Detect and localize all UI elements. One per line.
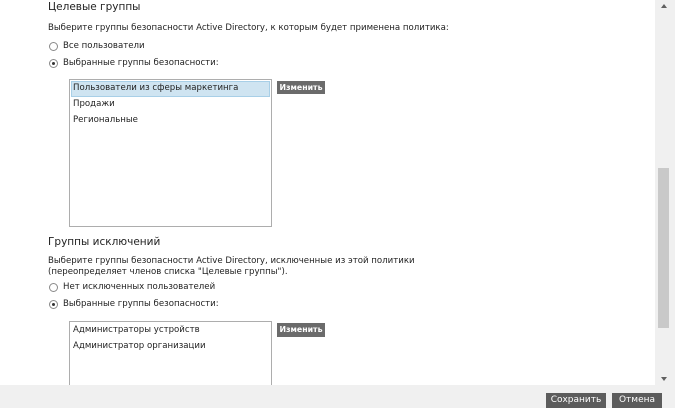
cancel-button[interactable]: Отмена <box>612 393 662 408</box>
policy-scroll-content: Целевые группы Выберите группы безопасно… <box>0 0 655 385</box>
exclusion-groups-heading: Группы исключений <box>48 236 161 248</box>
radio-no-excluded-circle[interactable] <box>49 282 58 292</box>
radio-excluded-selected-label: Выбранные группы безопасности: <box>63 299 219 309</box>
list-item[interactable]: Региональные <box>71 113 270 129</box>
radio-excluded-selected-groups[interactable]: Выбранные группы безопасности: <box>49 299 219 309</box>
radio-selected-groups[interactable]: Выбранные группы безопасности: <box>49 58 219 68</box>
list-item[interactable]: Администратор организации <box>71 339 270 355</box>
exclusion-groups-description-line2: (переопределяет членов списка "Целевые г… <box>48 267 288 277</box>
target-groups-listbox[interactable]: Пользователи из сферы маркетинга Продажи… <box>69 79 272 227</box>
radio-excluded-selected-circle[interactable] <box>49 299 58 309</box>
dialog-footer: Сохранить Отмена <box>0 385 675 408</box>
radio-all-users-label: Все пользователи <box>63 41 145 51</box>
radio-all-users[interactable]: Все пользователи <box>49 41 145 51</box>
list-item[interactable]: Администраторы устройств <box>71 323 270 339</box>
scroll-up-arrow-icon[interactable] <box>661 4 667 8</box>
save-button[interactable]: Сохранить <box>546 393 606 408</box>
target-edit-button[interactable]: Изменить <box>277 81 325 94</box>
list-item[interactable]: Пользователи из сферы маркетинга <box>71 81 270 97</box>
vertical-scrollbar[interactable] <box>655 0 675 385</box>
exclusion-edit-button[interactable]: Изменить <box>277 323 325 337</box>
scroll-down-arrow-icon[interactable] <box>661 377 667 381</box>
radio-no-excluded-label: Нет исключенных пользователей <box>63 282 216 292</box>
radio-selected-groups-label: Выбранные группы безопасности: <box>63 58 219 68</box>
exclusion-groups-listbox[interactable]: Администраторы устройств Администратор о… <box>69 321 272 385</box>
exclusion-groups-description-line1: Выберите группы безопасности Active Dire… <box>48 256 415 266</box>
radio-selected-groups-circle[interactable] <box>49 58 58 68</box>
radio-all-users-circle[interactable] <box>49 41 58 51</box>
scrollbar-thumb[interactable] <box>658 168 669 328</box>
radio-no-excluded-users[interactable]: Нет исключенных пользователей <box>49 282 215 292</box>
target-groups-heading: Целевые группы <box>48 1 141 13</box>
list-item[interactable]: Продажи <box>71 97 270 113</box>
target-groups-description: Выберите группы безопасности Active Dire… <box>48 23 449 33</box>
